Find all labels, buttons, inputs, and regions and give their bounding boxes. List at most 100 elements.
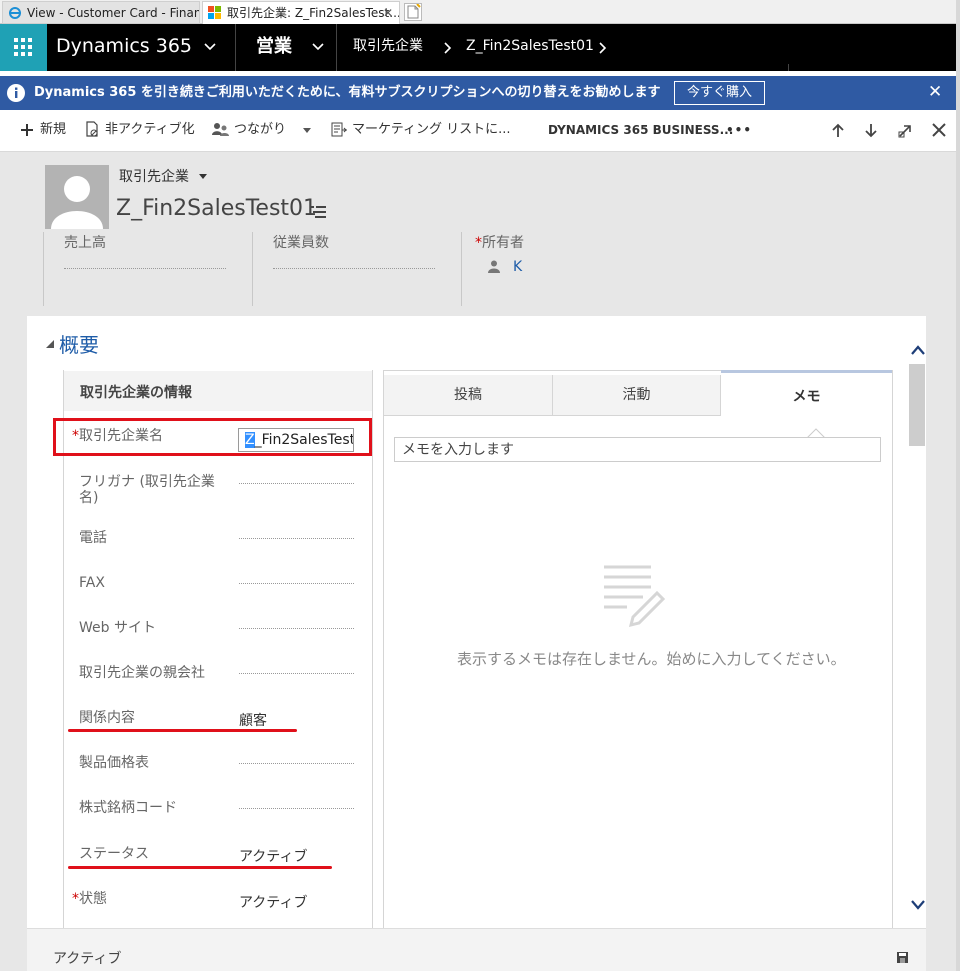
collapse-section-icon[interactable]: [46, 340, 54, 348]
notes-empty-message: 表示するメモは存在しません。始めに入力してください。: [457, 650, 846, 668]
fax-value[interactable]: [239, 583, 354, 584]
panel-header: 取引先企業の情報: [64, 371, 372, 411]
entity-form-selector[interactable]: 取引先企業: [116, 164, 212, 188]
connect-label: つながり: [234, 122, 287, 137]
state-value[interactable]: アクティブ: [239, 892, 307, 912]
arrow-up-icon[interactable]: [831, 123, 845, 138]
new-tab-icon: [407, 3, 421, 19]
browser-tab-title: View - Customer Card - Financ...: [27, 6, 199, 20]
employees-label: 従業員数: [273, 235, 329, 251]
section-title[interactable]: 概要: [59, 329, 99, 358]
banner-message: Dynamics 365 を引き続きご利用いただくために、有料サブスクリプション…: [34, 85, 661, 100]
employees-value[interactable]: [273, 268, 435, 269]
revenue-label: 売上高: [64, 235, 106, 251]
furigana-value[interactable]: [239, 483, 354, 484]
state-label: *状態: [72, 891, 107, 907]
entity-selector-label: 取引先企業: [119, 169, 189, 185]
record-name: Z_Fin2SalesTest01: [116, 196, 318, 221]
info-icon: [7, 84, 25, 102]
more-commands-button[interactable]: •••: [726, 110, 752, 150]
command-bar: 新規 非アクティブ化 つながり マーケティング リストに... DYNAMICS…: [0, 110, 956, 152]
parent-account-label: 取引先企業の親会社: [79, 665, 205, 681]
highlight-underline-relationship: [68, 729, 297, 732]
website-label: Web サイト: [79, 620, 156, 636]
app-name[interactable]: Dynamics 365: [56, 24, 192, 69]
fax-label: FAX: [79, 575, 105, 591]
status-footer: アクティブ: [27, 928, 926, 971]
ticker-value[interactable]: [239, 808, 354, 809]
default-person-icon: [51, 176, 103, 229]
banner-close-icon[interactable]: ✕: [928, 76, 942, 108]
marketing-list-icon: [331, 122, 347, 137]
nav-divider: [336, 24, 337, 71]
people-icon: [212, 123, 229, 136]
breadcrumb-record[interactable]: Z_Fin2SalesTest01: [466, 24, 594, 69]
plus-icon: [21, 124, 33, 136]
ticker-label: 株式銘柄コード: [79, 800, 177, 816]
phone-label: 電話: [79, 530, 107, 546]
header-divider: [252, 232, 253, 306]
note-input[interactable]: メモを入力します: [394, 437, 881, 462]
tab-posts[interactable]: 投稿: [384, 375, 553, 416]
chevron-right-icon[interactable]: [599, 42, 607, 54]
new-tab-button[interactable]: [404, 3, 422, 21]
browser-tab-bar: View - Customer Card - Financ... 取引先企業: …: [0, 0, 960, 24]
subscription-banner: Dynamics 365 を引き続きご利用いただくために、有料サブスクリプション…: [0, 76, 956, 110]
app-launcher-button[interactable]: [0, 24, 47, 71]
form-menu-icon[interactable]: [310, 206, 327, 218]
header-divider: [43, 232, 44, 306]
tab-activities[interactable]: 活動: [553, 375, 721, 416]
scroll-down-icon[interactable]: [911, 900, 925, 910]
phone-value[interactable]: [239, 538, 354, 539]
marketing-list-label: マーケティング リストに...: [352, 122, 511, 137]
caret-down-icon: [199, 174, 207, 179]
scroll-up-icon[interactable]: [911, 345, 925, 355]
pop-out-icon[interactable]: [898, 123, 913, 138]
close-form-icon[interactable]: [932, 123, 946, 137]
chevron-down-icon[interactable]: [312, 43, 324, 51]
website-value[interactable]: [239, 628, 354, 629]
highlight-box-account-name: [53, 418, 372, 456]
browser-tab-account[interactable]: 取引先企業: Z_Fin2SalesTest... ✕: [202, 1, 400, 24]
owner-link[interactable]: K: [513, 259, 522, 275]
tab-notes[interactable]: メモ: [721, 370, 892, 416]
relationship-value[interactable]: 顧客: [239, 710, 267, 730]
header-divider: [461, 232, 462, 306]
chevron-right-icon: [444, 42, 452, 54]
top-nav-bar: Dynamics 365 営業 取引先企業 Z_Fin2SalesTest01: [0, 24, 956, 71]
owner-label: *所有者: [475, 235, 524, 251]
deactivate-label: 非アクティブ化: [105, 122, 195, 137]
chevron-down-icon[interactable]: [204, 43, 216, 51]
module-name[interactable]: 営業: [256, 24, 292, 69]
close-tab-icon[interactable]: ✕: [383, 2, 393, 24]
furigana-label: フリガナ (取引先企業 名): [79, 474, 215, 506]
footer-status: アクティブ: [53, 951, 122, 967]
highlight-underline-status: [68, 866, 332, 869]
notes-empty-icon: [604, 565, 665, 628]
buy-now-button[interactable]: 今すぐ購入: [674, 81, 765, 105]
user-icon: [488, 260, 500, 273]
new-label: 新規: [40, 122, 67, 137]
avatar[interactable]: [45, 165, 109, 229]
deactivate-icon: [86, 121, 98, 137]
dynamics-business-button[interactable]: DYNAMICS 365 BUSINESS...: [548, 110, 733, 150]
arrow-down-icon[interactable]: [864, 123, 878, 138]
windows-logo-icon: [208, 6, 221, 19]
caret-down-icon[interactable]: [303, 128, 311, 133]
window-edge: [956, 0, 960, 971]
status-reason-label: ステータス: [79, 846, 149, 862]
panel-title: 取引先企業の情報: [80, 385, 192, 401]
parent-account-value[interactable]: [239, 673, 354, 674]
waffle-icon: [14, 38, 32, 56]
status-reason-value[interactable]: アクティブ: [239, 846, 307, 866]
revenue-value[interactable]: [64, 268, 226, 269]
breadcrumb-entity[interactable]: 取引先企業: [353, 24, 423, 69]
save-icon[interactable]: [897, 952, 908, 963]
price-list-value[interactable]: [239, 763, 354, 764]
price-list-label: 製品価格表: [79, 755, 149, 771]
scrollbar-thumb[interactable]: [909, 364, 925, 446]
browser-tab-title: 取引先企業: Z_Fin2SalesTest...: [227, 6, 400, 20]
relationship-label: 関係内容: [79, 710, 135, 726]
ie-icon: [9, 7, 21, 19]
browser-tab-customer-card[interactable]: View - Customer Card - Financ...: [2, 1, 200, 24]
